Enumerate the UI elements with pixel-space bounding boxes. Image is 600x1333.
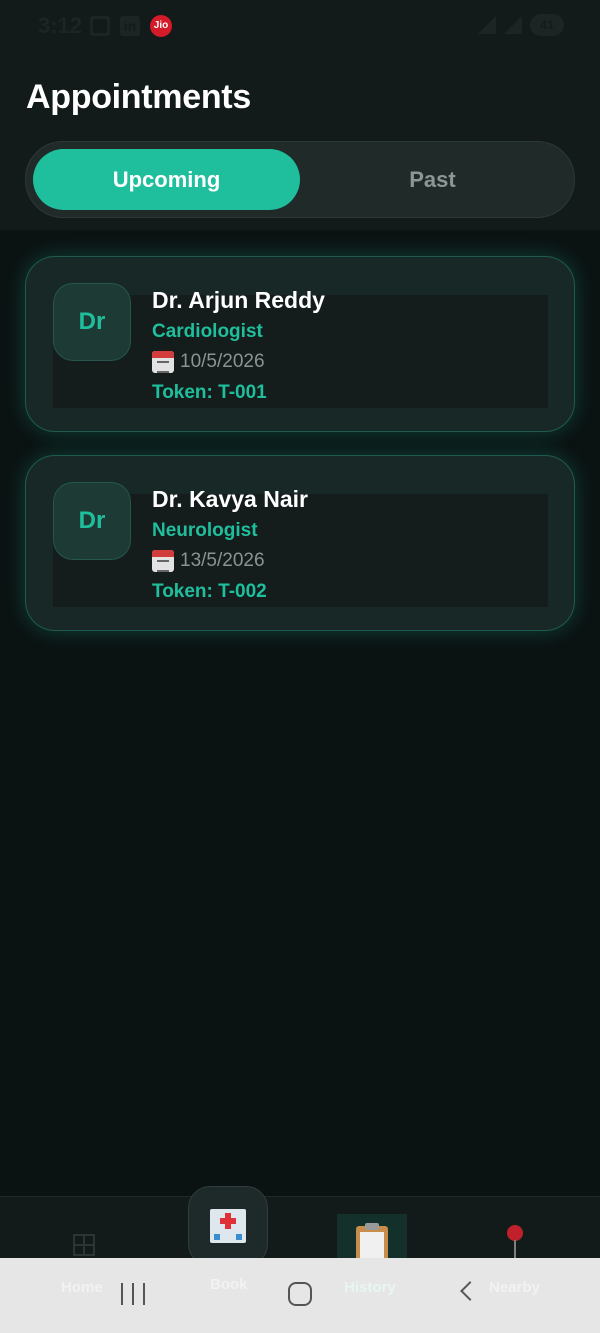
wifi-icon (478, 16, 496, 34)
header: Appointments Upcoming Past (0, 52, 600, 230)
doctor-avatar: Dr (53, 283, 131, 361)
appointment-card[interactable]: Dr Dr. Arjun Reddy Cardiologist 10/5/202… (25, 256, 575, 432)
calendar-icon (152, 351, 174, 373)
doctor-specialty: Cardiologist (152, 321, 263, 342)
nav-history[interactable] (337, 1214, 407, 1262)
doctor-specialty: Neurologist (152, 520, 258, 541)
calendar-icon (152, 550, 174, 572)
doctor-name: Dr. Kavya Nair (152, 486, 308, 512)
nav-nearby-label: Nearby (489, 1279, 540, 1296)
screenshot-icon (90, 16, 110, 36)
appointment-token: Token: T-001 (152, 382, 267, 403)
grid-icon (73, 1234, 95, 1256)
hospital-icon (210, 1209, 246, 1243)
recent-apps-icon[interactable] (121, 1283, 145, 1305)
status-bar: 3:12 in Jio 41 (0, 0, 600, 52)
appointment-token: Token: T-002 (152, 581, 267, 602)
status-icons-right: 41 (478, 14, 564, 36)
tab-past[interactable]: Past (299, 149, 566, 210)
appointment-date-text: 13/5/2026 (180, 550, 265, 571)
home-icon[interactable] (288, 1282, 312, 1306)
nav-history-label: History (344, 1279, 396, 1296)
tab-upcoming[interactable]: Upcoming (33, 149, 300, 210)
appointment-card[interactable]: Dr Dr. Kavya Nair Neurologist 13/5/2026 … (25, 455, 575, 631)
pushpin-icon[interactable] (507, 1225, 523, 1241)
page-title: Appointments (26, 78, 251, 116)
battery-icon: 41 (530, 14, 564, 36)
doctor-name: Dr. Arjun Reddy (152, 287, 325, 313)
tab-switch: Upcoming Past (25, 141, 575, 218)
linkedin-icon: in (120, 16, 140, 36)
signal-icon (504, 16, 522, 34)
jio-icon: Jio (150, 15, 172, 37)
nav-home-label: Home (61, 1279, 103, 1296)
doctor-avatar: Dr (53, 482, 131, 560)
nav-book-button[interactable] (188, 1186, 268, 1266)
status-icons-left: in Jio (90, 15, 172, 37)
clipboard-icon (356, 1223, 388, 1262)
appointment-date: 10/5/2026 (152, 351, 265, 373)
nav-book-label: Book (210, 1276, 248, 1293)
appointment-date-text: 10/5/2026 (180, 351, 265, 372)
nav-home[interactable] (34, 1197, 134, 1259)
appointment-date: 13/5/2026 (152, 550, 265, 572)
pushpin-stem (514, 1240, 516, 1258)
status-time: 3:12 (38, 13, 83, 38)
